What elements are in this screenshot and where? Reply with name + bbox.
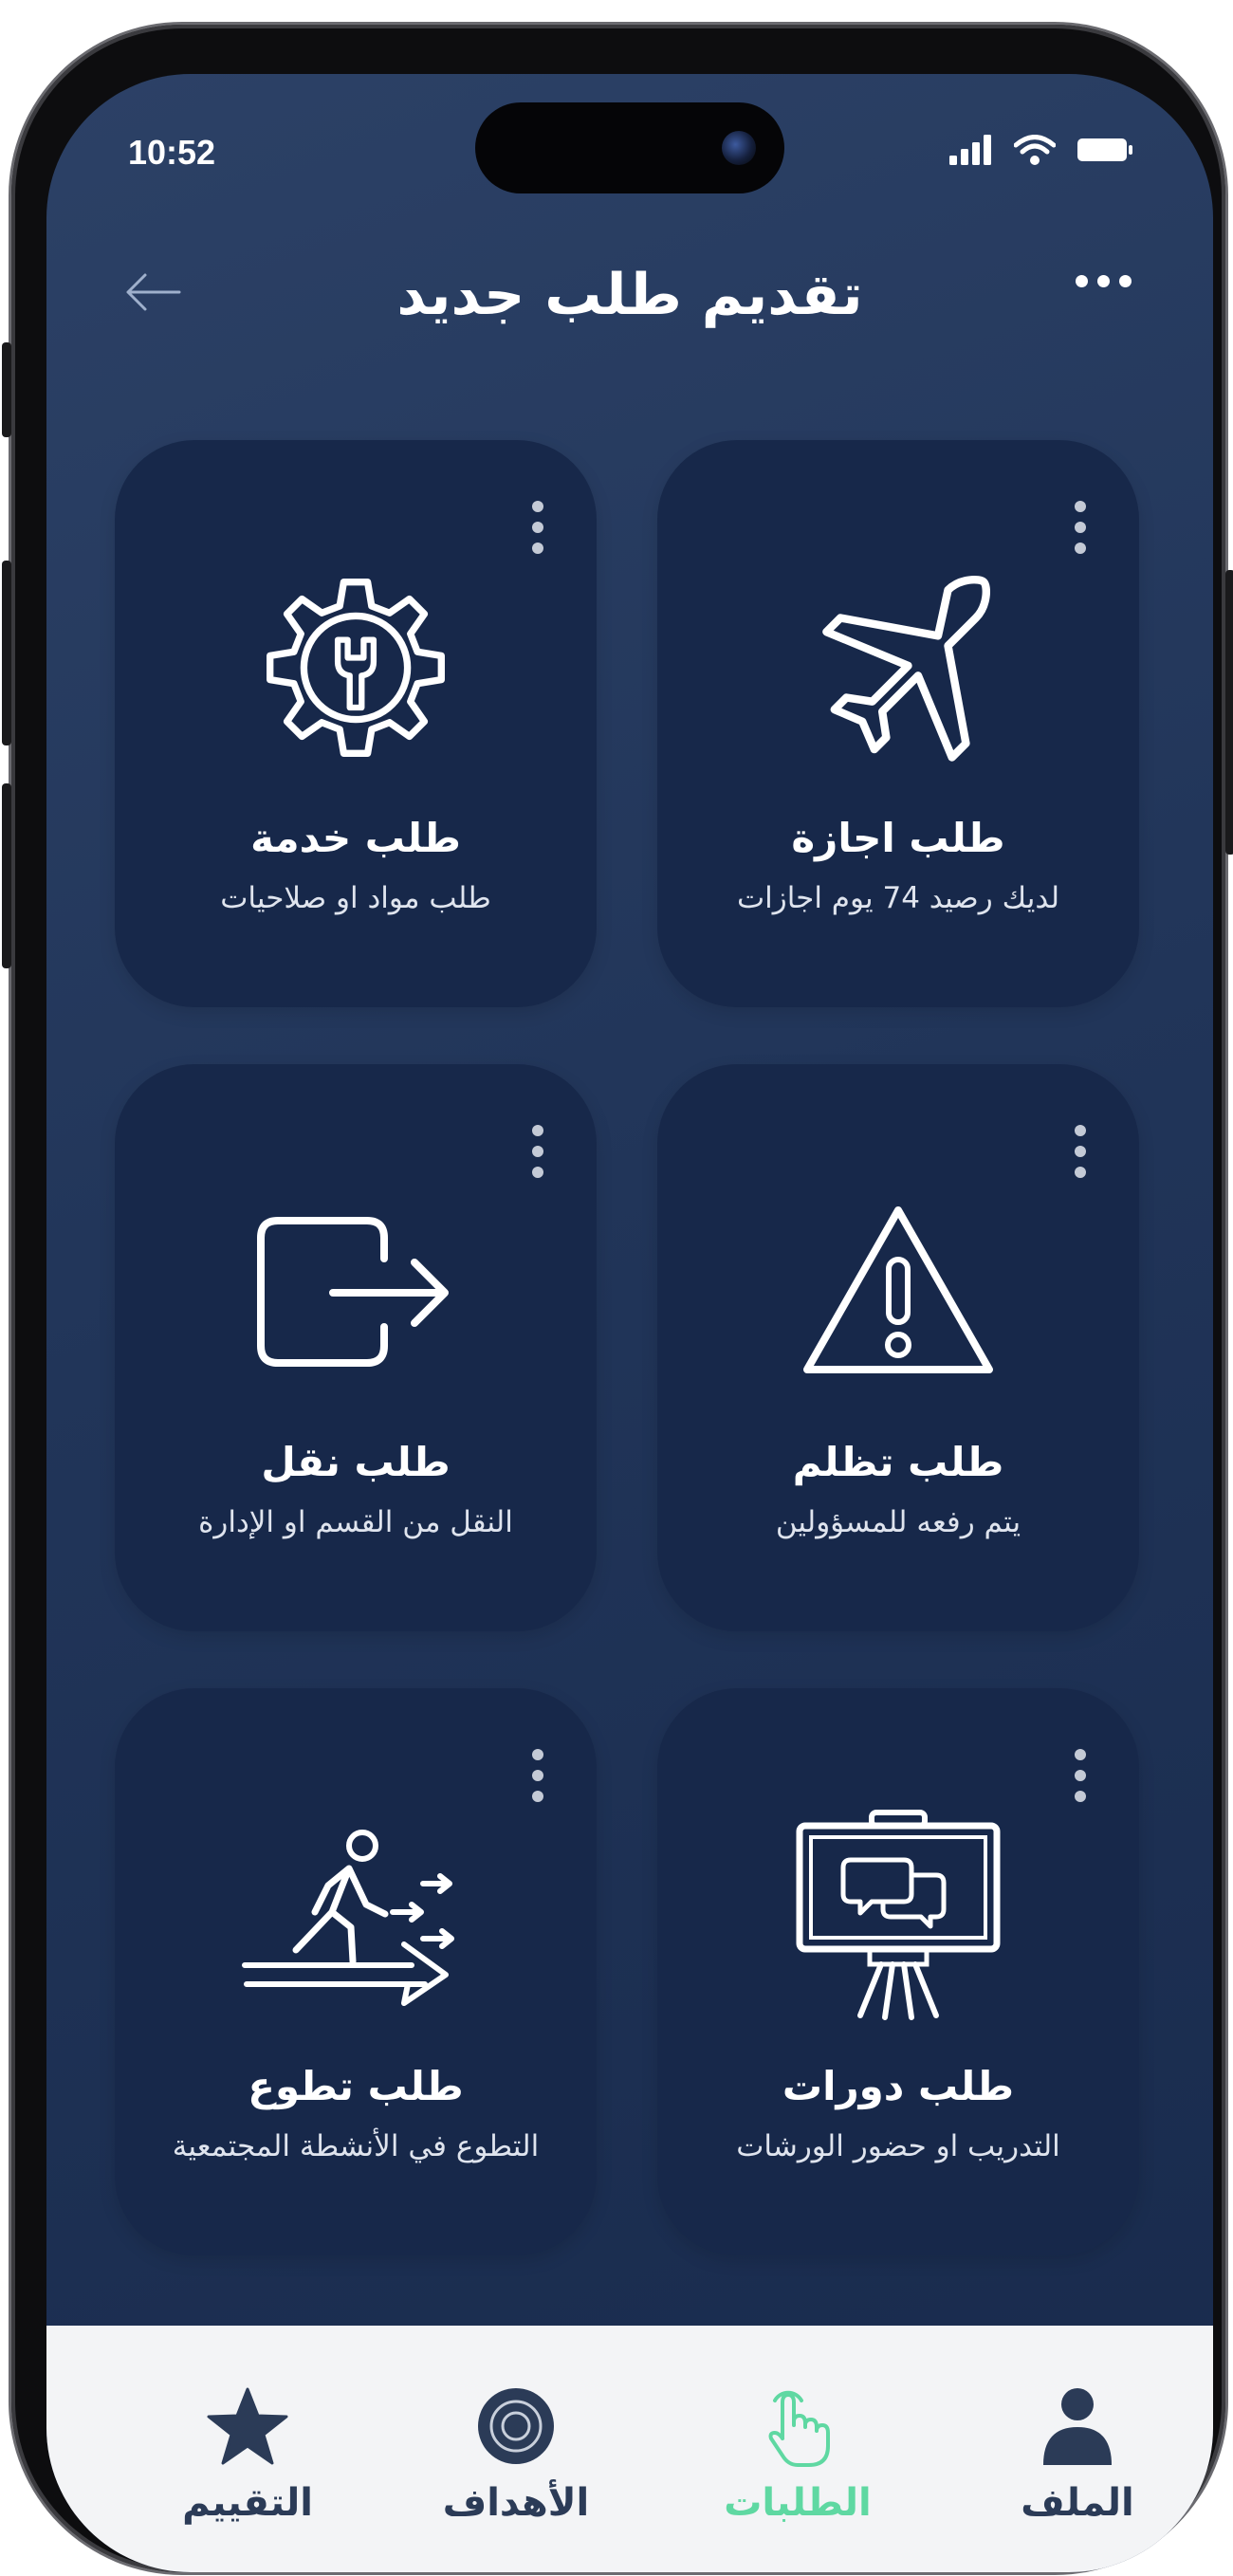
card-transfer-request[interactable]: طلب نقل النقل من القسم او الإدارة — [115, 1064, 597, 1631]
card-title: طلب تطوع — [248, 2063, 464, 2109]
phone-frame: 10:52 تقديم طلب جديد طلب اجازة لديك رصيد… — [2, 25, 1233, 2572]
bottom-navigation: الملف الطلبات الأهداف التقييم — [46, 2326, 1213, 2572]
more-dot-icon — [1119, 275, 1132, 287]
volume-down-button — [2, 783, 11, 968]
card-title: طلب تظلم — [792, 1439, 1004, 1485]
nav-label: الأهداف — [442, 2481, 590, 2525]
nav-item-rating[interactable]: التقييم — [138, 2379, 357, 2525]
card-title: طلب خدمة — [250, 815, 461, 861]
battery-icon — [1077, 138, 1132, 161]
exit-arrow-icon — [257, 1217, 449, 1367]
status-time: 10:52 — [128, 133, 216, 172]
card-grievance-request[interactable]: طلب تظلم يتم رفعه للمسؤولين — [657, 1064, 1139, 1631]
more-options-button[interactable] — [1076, 275, 1132, 287]
action-button — [2, 342, 11, 437]
card-subtitle: لديك رصيد 74 يوم اجازات — [736, 881, 1060, 915]
card-volunteer-request[interactable]: طلب تطوع التطوع في الأنشطة المجتمعية — [115, 1688, 597, 2255]
star-icon — [207, 2387, 288, 2465]
person-walking-forward-icon — [242, 1830, 454, 2006]
card-leave-request[interactable]: طلب اجازة لديك رصيد 74 يوم اجازات — [657, 440, 1139, 1007]
card-menu-button[interactable] — [532, 1125, 543, 1178]
page-title: تقديم طلب جديد — [396, 262, 863, 328]
presentation-board-icon — [796, 1810, 1001, 2020]
card-menu-button[interactable] — [1075, 1125, 1086, 1178]
gear-wrench-icon — [267, 579, 445, 757]
tap-hand-icon — [768, 2390, 830, 2467]
card-subtitle: طلب مواد او صلاحيات — [220, 881, 491, 915]
user-icon — [1043, 2388, 1112, 2465]
card-subtitle: يتم رفعه للمسؤولين — [775, 1505, 1021, 1539]
airplane-icon — [822, 575, 991, 762]
card-courses-request[interactable]: طلب دورات التدريب او حضور الورشات — [657, 1688, 1139, 2255]
card-title: طلب اجازة — [791, 815, 1005, 861]
wifi-icon — [1014, 135, 1056, 165]
card-subtitle: التطوع في الأنشطة المجتمعية — [172, 2129, 540, 2163]
card-menu-button[interactable] — [1075, 501, 1086, 554]
nav-label: التقييم — [182, 2481, 313, 2525]
power-button — [1225, 570, 1233, 855]
camera-icon — [722, 131, 756, 165]
card-subtitle: التدريب او حضور الورشات — [736, 2129, 1060, 2163]
nav-label: الطلبات — [724, 2481, 872, 2525]
card-subtitle: النقل من القسم او الإدارة — [198, 1505, 513, 1539]
more-dot-icon — [1097, 275, 1110, 287]
app-screen: 10:52 تقديم طلب جديد طلب اجازة لديك رصيد… — [46, 74, 1213, 2572]
nav-item-requests[interactable]: الطلبات — [689, 2379, 907, 2525]
nav-item-profile[interactable]: الملف — [968, 2379, 1187, 2525]
card-title: طلب نقل — [261, 1439, 451, 1485]
card-title: طلب دورات — [782, 2063, 1015, 2109]
card-menu-button[interactable] — [1075, 1749, 1086, 1802]
dynamic-island — [475, 102, 784, 193]
volume-up-button — [2, 561, 11, 745]
signal-icon — [949, 135, 991, 165]
nav-label: الملف — [1021, 2481, 1134, 2525]
status-icons — [949, 135, 1133, 165]
warning-icon — [803, 1206, 993, 1373]
more-dot-icon — [1076, 275, 1088, 287]
card-menu-button[interactable] — [532, 1749, 543, 1802]
card-menu-button[interactable] — [532, 501, 543, 554]
nav-item-goals[interactable]: الأهداف — [407, 2379, 625, 2525]
card-service-request[interactable]: طلب خدمة طلب مواد او صلاحيات — [115, 440, 597, 1007]
target-icon — [478, 2388, 554, 2464]
